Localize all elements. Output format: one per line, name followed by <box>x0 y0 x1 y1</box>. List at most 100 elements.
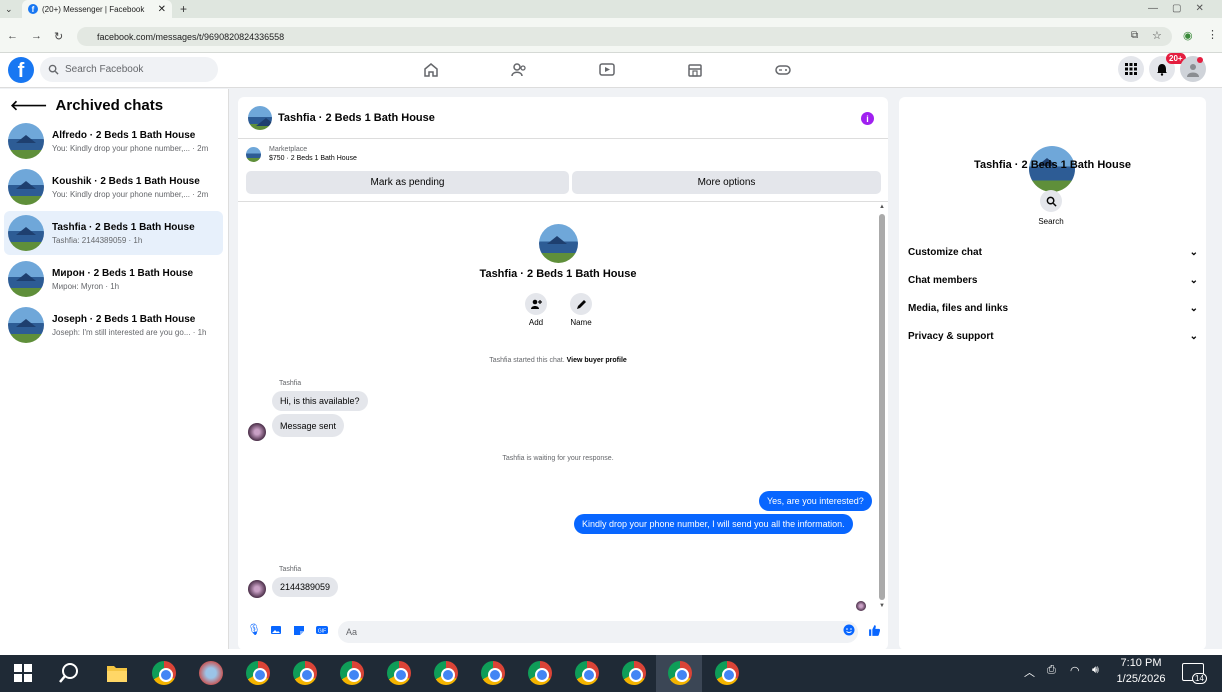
sender-avatar[interactable] <box>248 423 266 441</box>
scroll-up-icon[interactable]: ▲ <box>879 204 885 210</box>
messages-scrollbar[interactable] <box>879 214 885 600</box>
chrome-taskbar-icon[interactable] <box>293 661 317 685</box>
marketplace-label: Marketplace <box>269 146 308 153</box>
chat-title: Joseph · 2 Beds 1 Bath House <box>52 313 196 325</box>
waiting-response-notice: Tashfia is waiting for your response. <box>502 455 614 462</box>
conversation-avatar[interactable] <box>248 105 272 130</box>
profile-icon[interactable]: ◉ <box>1183 29 1193 42</box>
back-icon[interactable]: ← <box>7 30 18 42</box>
archived-chat-item[interactable]: Koushik · 2 Beds 1 Bath House You: Kindly… <box>4 165 223 209</box>
facebook-search-input[interactable]: Search Facebook <box>40 57 218 82</box>
message-input[interactable]: Aa <box>338 621 858 643</box>
chat-snippet: Tashfia: 2144389059 · 1h <box>52 235 143 245</box>
chat-started-notice: Tashfia started this chat. View buyer pr… <box>408 357 708 364</box>
archived-chat-item[interactable]: Tashfia · 2 Beds 1 Bath House Tashfia: 21… <box>4 211 223 255</box>
chrome-taskbar-icon[interactable] <box>387 661 411 685</box>
gif-icon[interactable]: GIF <box>316 624 328 636</box>
message-sender-label: Tashfia <box>279 380 302 387</box>
listing-title: $750 · 2 Beds 1 Bath House <box>269 155 357 162</box>
video-icon[interactable] <box>598 61 616 79</box>
section-label: Customize chat <box>908 247 982 258</box>
windows-start-icon[interactable] <box>14 664 32 682</box>
archived-chat-item[interactable]: Alfredo · 2 Beds 1 Bath House You: Kindly… <box>4 119 223 163</box>
chrome-taskbar-icon[interactable] <box>622 661 646 685</box>
profile-avatar[interactable] <box>539 224 578 263</box>
incoming-message-bubble[interactable]: Hi, is this available? <box>272 391 368 411</box>
mark-as-pending-button[interactable]: Mark as pending <box>246 171 569 194</box>
chrome-taskbar-icon[interactable] <box>668 661 692 685</box>
message-sender-label: Tashfia <box>279 566 302 573</box>
chrome-taskbar-icon[interactable] <box>246 661 270 685</box>
file-explorer-icon[interactable] <box>106 663 128 683</box>
chrome-taskbar-icon[interactable] <box>715 661 739 685</box>
more-options-button[interactable]: More options <box>572 171 881 194</box>
section-label: Chat members <box>908 275 978 286</box>
view-buyer-profile-link[interactable]: View buyer profile <box>567 357 627 364</box>
info-icon[interactable]: i <box>861 112 874 125</box>
chat-snippet: Мирон: Myron · 1h <box>52 281 120 291</box>
photo-icon[interactable] <box>270 624 282 636</box>
close-tab-icon[interactable]: ✕ <box>158 4 166 15</box>
show-hidden-icons-icon[interactable]: ︿ <box>1024 664 1035 680</box>
marketplace-listing[interactable]: Marketplace $750 · 2 Beds 1 Bath House <box>246 146 357 162</box>
outgoing-message-bubble[interactable]: Kindly drop your phone number, I will se… <box>574 514 853 534</box>
wifi-icon[interactable]: ◠ <box>1070 664 1080 677</box>
chat-snippet: Joseph: I'm still interested are you go.… <box>52 327 207 337</box>
reload-icon[interactable]: ↻ <box>54 30 63 43</box>
customize-chat-row[interactable]: Customize chat ⌄ <box>908 247 1198 258</box>
tab-list-icon[interactable]: ⌄ <box>5 4 13 15</box>
facebook-logo[interactable]: f <box>8 57 34 83</box>
marketplace-icon[interactable] <box>686 61 704 79</box>
chrome-taskbar-icon[interactable] <box>481 661 505 685</box>
window-controls[interactable]: —▢✕ <box>1148 3 1218 14</box>
taskbar-clock[interactable]: 7:10 PM 1/25/2026 <box>1113 657 1169 689</box>
back-arrow-icon[interactable]: 🡐 <box>10 97 48 114</box>
privacy-support-row[interactable]: Privacy & support ⌄ <box>908 331 1198 342</box>
sticker-icon[interactable] <box>293 624 305 636</box>
url-field[interactable]: facebook.com/messages/t/9690820824336558 <box>77 27 1172 46</box>
header-divider <box>238 201 888 202</box>
friends-icon[interactable] <box>510 61 528 79</box>
meet-now-icon[interactable]: ⎙ <box>1047 664 1056 677</box>
chat-members-row[interactable]: Chat members ⌄ <box>908 275 1198 286</box>
edit-name-button[interactable] <box>570 293 592 315</box>
archived-chats-title: Archived chats <box>55 97 164 114</box>
install-app-icon[interactable]: ⧉ <box>1131 30 1138 41</box>
search-placeholder: Search Facebook <box>65 64 144 75</box>
taskbar-search-icon[interactable] <box>58 662 80 684</box>
browser-tab[interactable]: f (20+) Messenger | Facebook ✕ <box>22 0 172 18</box>
chrome-taskbar-icon[interactable] <box>152 661 176 685</box>
media-files-links-row[interactable]: Media, files and links ⌄ <box>908 303 1198 314</box>
chrome-taskbar-icon[interactable] <box>575 661 599 685</box>
svg-text:GIF: GIF <box>318 629 326 635</box>
volume-icon[interactable]: 🔊︎ <box>1092 664 1099 677</box>
search-icon <box>1046 196 1057 207</box>
add-person-button[interactable] <box>525 293 547 315</box>
search-label: Search <box>1038 217 1064 226</box>
chrome-taskbar-icon[interactable] <box>340 661 364 685</box>
chrome-taskbar-icon[interactable] <box>528 661 552 685</box>
section-label: Media, files and links <box>908 303 1009 314</box>
search-in-conversation-button[interactable] <box>1040 190 1062 212</box>
conversation-title[interactable]: Tashfia · 2 Beds 1 Bath House <box>278 112 435 124</box>
forward-icon[interactable]: → <box>31 30 42 42</box>
archived-chat-item[interactable]: Joseph · 2 Beds 1 Bath House Joseph: I'm … <box>4 303 223 347</box>
sender-avatar[interactable] <box>248 580 266 598</box>
incoming-message-bubble[interactable]: Message sent <box>272 414 345 437</box>
archived-chat-item[interactable]: Мирон · 2 Beds 1 Bath House Мирон: Myron … <box>4 257 223 301</box>
chrome-taskbar-icon[interactable] <box>434 661 458 685</box>
browser-menu-icon[interactable]: ⋮ <box>1207 28 1218 41</box>
menu-grid-button[interactable] <box>1118 56 1144 82</box>
conversation-header[interactable]: Tashfia · 2 Beds 1 Bath House <box>238 97 888 139</box>
microphone-icon[interactable]: 🎙 <box>247 624 261 636</box>
gaming-icon[interactable] <box>774 61 792 79</box>
snipping-tool-taskbar-icon[interactable] <box>199 661 223 685</box>
bookmark-star-icon[interactable]: ☆ <box>1152 29 1162 42</box>
new-tab-icon[interactable]: + <box>180 2 187 16</box>
home-icon[interactable] <box>422 61 440 79</box>
incoming-message-bubble[interactable]: 2144389059 <box>272 577 339 597</box>
outgoing-message-bubble[interactable]: Yes, are you interested? <box>759 491 872 511</box>
scroll-down-icon[interactable]: ▼ <box>879 603 885 609</box>
thumbs-up-icon[interactable] <box>868 624 881 637</box>
emoji-icon[interactable] <box>843 624 855 636</box>
